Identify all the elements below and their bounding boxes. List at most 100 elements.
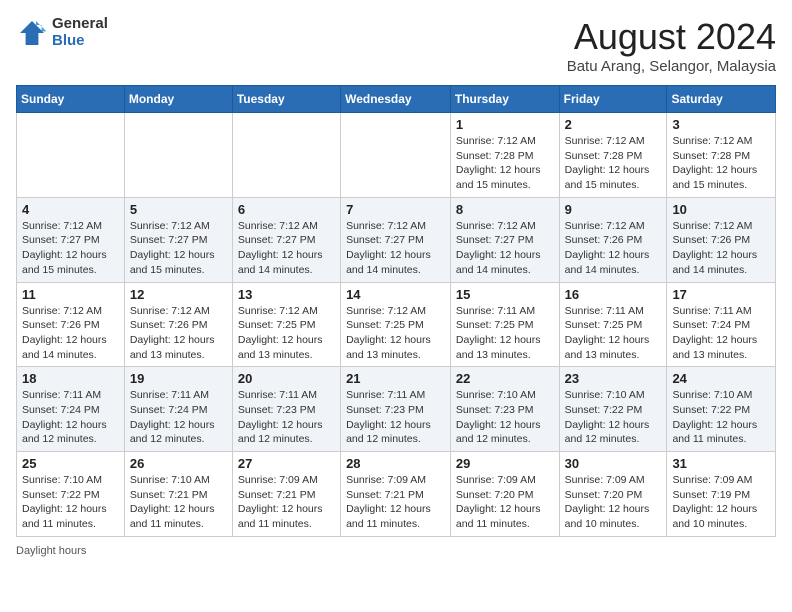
daylight-label: Daylight hours [16,545,86,557]
calendar-table: SundayMondayTuesdayWednesdayThursdayFrid… [16,85,776,537]
calendar-cell: 5Sunrise: 7:12 AMSunset: 7:27 PMDaylight… [124,197,232,282]
day-number: 22 [456,371,554,386]
day-info: Sunrise: 7:12 AMSunset: 7:26 PMDaylight:… [130,304,227,363]
day-number: 12 [130,287,227,302]
day-info: Sunrise: 7:12 AMSunset: 7:26 PMDaylight:… [22,304,119,363]
calendar-cell: 29 Sunrise: 7:09 AMSunset: 7:20 PMDayligh… [450,452,559,537]
calendar-cell: 4Sunrise: 7:12 AMSunset: 7:27 PMDaylight… [17,197,125,282]
day-info: Sunrise: 7:11 AMSunset: 7:25 PMDaylight:… [565,304,662,363]
calendar-cell [124,113,232,198]
calendar-cell: 26Sunrise: 7:10 AMSunset: 7:21 PMDayligh… [124,452,232,537]
day-info: Sunrise: 7:10 AMSunset: 7:21 PMDaylight:… [130,473,227,532]
day-number: 14 [346,287,445,302]
day-number: 16 [565,287,662,302]
day-info: Sunrise: 7:12 AMSunset: 7:28 PMDaylight:… [672,134,770,193]
day-info: Sunrise: 7:12 AMSunset: 7:27 PMDaylight:… [238,219,335,278]
calendar-cell: 1Sunrise: 7:12 AMSunset: 7:28 PMDaylight… [450,113,559,198]
calendar-week-row: 25Sunrise: 7:10 AMSunset: 7:22 PMDayligh… [17,452,776,537]
day-number: 10 [672,202,770,217]
day-number: 3 [672,117,770,132]
day-info: Sunrise: 7:11 AMSunset: 7:24 PMDaylight:… [672,304,770,363]
day-info: Sunrise: 7:12 AMSunset: 7:27 PMDaylight:… [346,219,445,278]
calendar-cell: 31 Sunrise: 7:09 AMSunset: 7:19 PMDayligh… [667,452,776,537]
logo-blue: Blue [52,33,108,50]
calendar-cell: 11 Sunrise: 7:12 AMSunset: 7:26 PMDayligh… [17,282,125,367]
day-info: Sunrise: 7:10 AMSunset: 7:23 PMDaylight:… [456,388,554,447]
day-of-week-header: Wednesday [341,86,451,113]
day-info: Sunrise: 7:11 AMSunset: 7:24 PMDaylight:… [22,388,119,447]
day-number: 7 [346,202,445,217]
day-info: Sunrise: 7:09 AMSunset: 7:21 PMDaylight:… [346,473,445,532]
day-number: 23 [565,371,662,386]
logo-text: General Blue [52,16,108,49]
day-number: 19 [130,371,227,386]
day-info: Sunrise: 7:12 AMSunset: 7:27 PMDaylight:… [130,219,227,278]
day-number: 31 [672,456,770,471]
day-of-week-header: Saturday [667,86,776,113]
calendar-cell [232,113,340,198]
logo: General Blue [16,16,108,49]
day-info: Sunrise: 7:12 AMSunset: 7:25 PMDaylight:… [238,304,335,363]
calendar-cell [17,113,125,198]
day-number: 29 [456,456,554,471]
calendar-cell: 17 Sunrise: 7:11 AMSunset: 7:24 PMDayligh… [667,282,776,367]
calendar-footer: Daylight hours [16,545,776,557]
day-info: Sunrise: 7:09 AMSunset: 7:19 PMDaylight:… [672,473,770,532]
day-info: Sunrise: 7:12 AMSunset: 7:26 PMDaylight:… [565,219,662,278]
day-info: Sunrise: 7:11 AMSunset: 7:23 PMDaylight:… [346,388,445,447]
calendar-cell: 25Sunrise: 7:10 AMSunset: 7:22 PMDayligh… [17,452,125,537]
calendar-cell: 2 Sunrise: 7:12 AMSunset: 7:28 PMDaylight… [559,113,667,198]
day-number: 25 [22,456,119,471]
day-info: Sunrise: 7:09 AMSunset: 7:20 PMDaylight:… [565,473,662,532]
calendar-week-row: 11 Sunrise: 7:12 AMSunset: 7:26 PMDayligh… [17,282,776,367]
day-number: 9 [565,202,662,217]
day-info: Sunrise: 7:12 AMSunset: 7:26 PMDaylight:… [672,219,770,278]
day-of-week-header: Friday [559,86,667,113]
day-info: Sunrise: 7:11 AMSunset: 7:25 PMDaylight:… [456,304,554,363]
day-info: Sunrise: 7:12 AMSunset: 7:27 PMDaylight:… [456,219,554,278]
calendar-cell: 24Sunrise: 7:10 AMSunset: 7:22 PMDayligh… [667,367,776,452]
calendar-cell: 23Sunrise: 7:10 AMSunset: 7:22 PMDayligh… [559,367,667,452]
day-info: Sunrise: 7:11 AMSunset: 7:24 PMDaylight:… [130,388,227,447]
generalblue-logo-icon [16,17,48,49]
calendar-cell: 27Sunrise: 7:09 AMSunset: 7:21 PMDayligh… [232,452,340,537]
month-year-title: August 2024 [567,16,776,58]
day-info: Sunrise: 7:09 AMSunset: 7:20 PMDaylight:… [456,473,554,532]
calendar-cell: 22 Sunrise: 7:10 AMSunset: 7:23 PMDayligh… [450,367,559,452]
day-number: 1 [456,117,554,132]
day-info: Sunrise: 7:12 AMSunset: 7:27 PMDaylight:… [22,219,119,278]
calendar-cell: 12 Sunrise: 7:12 AMSunset: 7:26 PMDayligh… [124,282,232,367]
day-of-week-header: Thursday [450,86,559,113]
day-number: 30 [565,456,662,471]
day-number: 17 [672,287,770,302]
day-number: 6 [238,202,335,217]
calendar-cell: 18 Sunrise: 7:11 AMSunset: 7:24 PMDayligh… [17,367,125,452]
calendar-cell: 6 Sunrise: 7:12 AMSunset: 7:27 PMDaylight… [232,197,340,282]
page-header: General Blue August 2024 Batu Arang, Sel… [16,16,776,75]
day-info: Sunrise: 7:10 AMSunset: 7:22 PMDaylight:… [672,388,770,447]
day-number: 11 [22,287,119,302]
day-number: 2 [565,117,662,132]
calendar-header-row: SundayMondayTuesdayWednesdayThursdayFrid… [17,86,776,113]
calendar-cell: 21 Sunrise: 7:11 AMSunset: 7:23 PMDayligh… [341,367,451,452]
calendar-week-row: 18 Sunrise: 7:11 AMSunset: 7:24 PMDayligh… [17,367,776,452]
day-number: 8 [456,202,554,217]
calendar-cell: 10 Sunrise: 7:12 AMSunset: 7:26 PMDayligh… [667,197,776,282]
calendar-cell: 15Sunrise: 7:11 AMSunset: 7:25 PMDayligh… [450,282,559,367]
day-info: Sunrise: 7:12 AMSunset: 7:28 PMDaylight:… [565,134,662,193]
day-number: 21 [346,371,445,386]
calendar-cell: 8 Sunrise: 7:12 AMSunset: 7:27 PMDaylight… [450,197,559,282]
calendar-cell: 28 Sunrise: 7:09 AMSunset: 7:21 PMDayligh… [341,452,451,537]
calendar-cell: 19 Sunrise: 7:11 AMSunset: 7:24 PMDayligh… [124,367,232,452]
day-number: 20 [238,371,335,386]
location-subtitle: Batu Arang, Selangor, Malaysia [567,58,776,75]
day-of-week-header: Monday [124,86,232,113]
day-of-week-header: Tuesday [232,86,340,113]
day-of-week-header: Sunday [17,86,125,113]
logo-general: General [52,16,108,33]
day-number: 27 [238,456,335,471]
day-number: 18 [22,371,119,386]
day-number: 28 [346,456,445,471]
calendar-week-row: 1 Sunrise: 7:12 AMSunset: 7:28 PMDaylight… [17,113,776,198]
calendar-cell: 20Sunrise: 7:11 AMSunset: 7:23 PMDayligh… [232,367,340,452]
